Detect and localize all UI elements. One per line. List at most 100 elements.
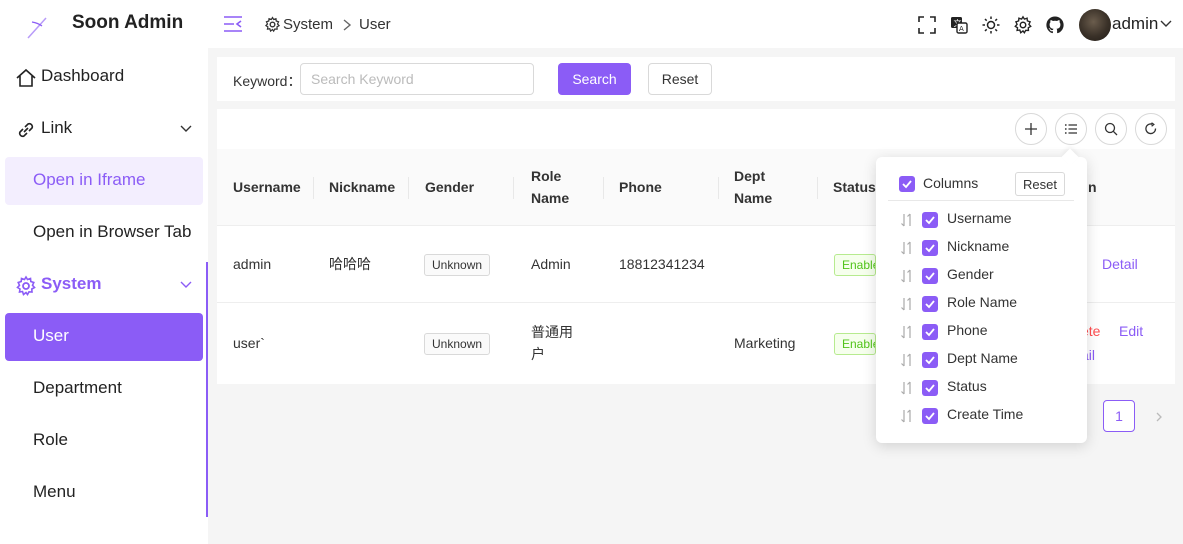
app-title: Soon Admin — [72, 12, 184, 33]
column-label: Username — [947, 210, 1012, 226]
column-item-dept-name[interactable]: Dept Name — [876, 346, 1087, 374]
header: System User 文 A admin — [208, 0, 1183, 48]
sidebar-item-link[interactable]: Link — [5, 105, 203, 153]
breadcrumb-system[interactable]: System — [283, 16, 333, 33]
search-input[interactable] — [300, 63, 534, 95]
cell-dept: Marketing — [734, 335, 796, 351]
column-item-username[interactable]: Username — [876, 206, 1087, 234]
sidebar-item-label: Link — [41, 118, 73, 137]
column-item-phone[interactable]: Phone — [876, 318, 1087, 346]
sidebar-item-label: Role — [33, 430, 68, 449]
sidebar-item-label: Menu — [33, 482, 76, 501]
check-icon — [925, 300, 935, 309]
drag-handle-icon[interactable] — [900, 212, 914, 228]
column-label: Status — [947, 378, 987, 394]
add-button[interactable] — [1015, 113, 1047, 145]
check-icon — [925, 412, 935, 421]
column-label: Gender — [947, 266, 994, 282]
column-checkbox[interactable] — [922, 212, 938, 228]
search-icon — [1104, 122, 1118, 136]
col-header-nickname: Nickname — [329, 179, 396, 195]
check-icon — [925, 216, 935, 225]
avatar[interactable] — [1079, 9, 1111, 41]
chevron-right-icon — [343, 19, 352, 31]
sun-icon[interactable] — [981, 15, 1001, 35]
menu-fold-icon[interactable] — [223, 15, 243, 33]
column-checkbox[interactable] — [922, 268, 938, 284]
cell-role: 普通用户 — [531, 324, 573, 362]
sidebar-item-role[interactable]: Role — [5, 417, 203, 465]
reset-button[interactable]: Reset — [648, 63, 712, 95]
column-checkbox[interactable] — [922, 296, 938, 312]
sidebar-item-label: Open in Iframe — [33, 170, 146, 189]
column-checkbox[interactable] — [922, 352, 938, 368]
drag-handle-icon[interactable] — [900, 268, 914, 284]
column-item-nickname[interactable]: Nickname — [876, 234, 1087, 262]
columns-reset-button[interactable]: Reset — [1015, 172, 1065, 196]
cell-username: user` — [233, 335, 265, 351]
drag-handle-icon[interactable] — [900, 296, 914, 312]
chevron-right-icon[interactable] — [1154, 411, 1164, 423]
col-header-role-name: Role Name — [531, 168, 570, 206]
refresh-icon — [1145, 122, 1157, 135]
column-settings-popover: Columns Reset Username Nickname Gender R… — [876, 148, 1087, 443]
column-item-create-time[interactable]: Create Time — [876, 402, 1087, 430]
sidebar-item-open-in-iframe[interactable]: Open in Iframe — [5, 157, 203, 205]
detail-link[interactable]: Detail — [1102, 256, 1138, 272]
settings-icon[interactable] — [1013, 15, 1033, 35]
sidebar-item-menu[interactable]: Menu — [5, 469, 203, 517]
col-header-gender: Gender — [425, 179, 475, 195]
drag-handle-icon[interactable] — [900, 380, 914, 396]
column-settings-button[interactable] — [1055, 113, 1087, 145]
sidebar-item-department[interactable]: Department — [5, 365, 203, 413]
pagination-page[interactable]: 1 — [1103, 400, 1135, 432]
check-icon — [925, 328, 935, 337]
drag-handle-icon[interactable] — [900, 324, 914, 340]
edit-link[interactable]: Edit — [1119, 323, 1143, 339]
columns-all-checkbox[interactable] — [899, 176, 915, 192]
column-item-role-name[interactable]: Role Name — [876, 290, 1087, 318]
toggle-search-button[interactable] — [1095, 113, 1127, 145]
sidebar-item-open-in-browser-tab[interactable]: Open in Browser Tab — [5, 209, 203, 257]
plus-icon — [1025, 123, 1037, 135]
column-divider — [408, 177, 409, 199]
keyword-label: Keyword： — [233, 73, 302, 89]
chevron-down-icon — [180, 281, 192, 288]
link-icon — [18, 122, 34, 138]
user-name[interactable]: admin — [1112, 14, 1158, 34]
sidebar-item-dashboard[interactable]: Dashboard — [5, 53, 203, 101]
sidebar-item-system[interactable]: System — [5, 261, 203, 309]
sidebar-scroll-indicator — [206, 262, 208, 517]
brand[interactable]: Soon Admin — [0, 0, 208, 48]
gender-tag: Unknown — [424, 333, 491, 355]
sidebar-item-user[interactable]: User — [5, 313, 203, 361]
refresh-button[interactable] — [1135, 113, 1167, 145]
sidebar: Soon Admin Dashboard Link Open in Iframe… — [0, 0, 208, 544]
column-label: Dept Name — [947, 350, 1018, 366]
column-label: Create Time — [947, 406, 1024, 422]
drag-handle-icon[interactable] — [900, 240, 914, 256]
column-checkbox[interactable] — [922, 380, 938, 396]
fullscreen-icon[interactable] — [917, 15, 937, 35]
column-checkbox[interactable] — [922, 240, 938, 256]
home-icon — [16, 68, 36, 87]
drag-handle-icon[interactable] — [900, 352, 914, 368]
column-checkbox[interactable] — [922, 408, 938, 424]
gender-tag: Unknown — [424, 254, 491, 276]
chevron-down-icon[interactable] — [1159, 18, 1173, 30]
col-header-phone: Phone — [619, 179, 662, 195]
column-checkbox[interactable] — [922, 324, 938, 340]
check-icon — [925, 356, 935, 365]
column-item-status[interactable]: Status — [876, 374, 1087, 402]
cell-username: admin — [233, 256, 272, 272]
check-icon — [925, 384, 935, 393]
drag-handle-icon[interactable] — [900, 408, 914, 424]
check-icon — [902, 180, 912, 189]
column-item-gender[interactable]: Gender — [876, 262, 1087, 290]
col-header-actions: n — [1088, 179, 1097, 195]
translate-icon[interactable]: 文 A — [949, 15, 969, 35]
search-button[interactable]: Search — [558, 63, 631, 95]
github-icon[interactable] — [1045, 15, 1065, 35]
column-label: Role Name — [947, 294, 1018, 310]
divider — [888, 200, 1074, 201]
